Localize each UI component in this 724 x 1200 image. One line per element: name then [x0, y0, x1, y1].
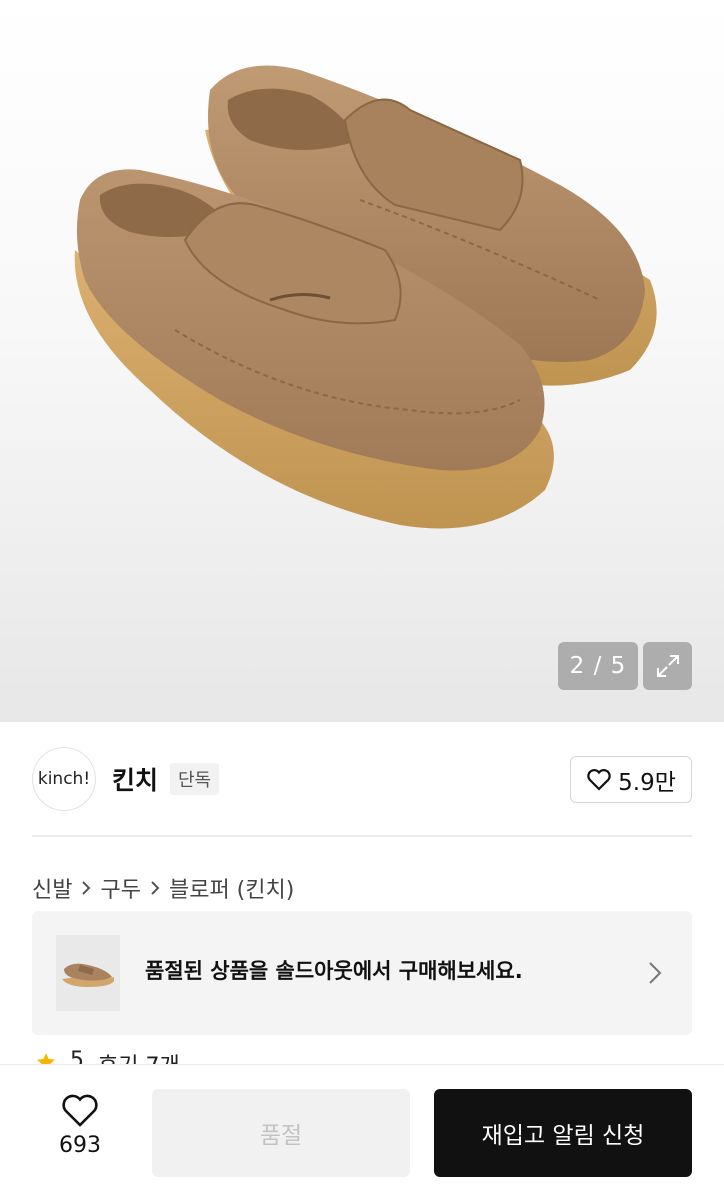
soldout-market-banner[interactable]: 품절된 상품을 솔드아웃에서 구매해보세요.: [32, 911, 692, 1035]
exclusive-badge: 단독: [170, 763, 220, 795]
heart-icon: [60, 1093, 100, 1129]
restock-alert-button[interactable]: 재입고 알림 신청: [434, 1089, 692, 1177]
expand-button[interactable]: [643, 642, 692, 690]
brand-like-button[interactable]: 5.9만: [570, 756, 692, 803]
brand-row: kinch! 킨치 단독 5.9만: [32, 747, 692, 811]
bottom-action-bar: 693 품절 재입고 알림 신청: [0, 1064, 724, 1200]
heart-icon: [586, 768, 612, 792]
chevron-right-icon: [150, 880, 160, 896]
brand-logo-text: kinch!: [37, 769, 91, 789]
divider: [32, 835, 692, 837]
soldout-button: 품절: [152, 1089, 410, 1177]
product-image-gallery[interactable]: 2 / 5: [0, 0, 724, 722]
chevron-right-icon: [648, 961, 662, 989]
product-image: [74, 65, 657, 529]
brand-name[interactable]: 킨치: [112, 761, 158, 797]
image-counter: 2 / 5: [558, 642, 638, 690]
breadcrumb-item-shoes[interactable]: 신발: [32, 872, 72, 904]
breadcrumb: 신발 구두 블로퍼 (킨치): [32, 872, 294, 904]
breadcrumb-item-dress-shoes[interactable]: 구두: [100, 872, 140, 904]
wishlist-count: 693: [59, 1133, 101, 1158]
banner-product-thumbnail: [56, 935, 120, 1011]
brand-logo[interactable]: kinch!: [32, 747, 96, 811]
chevron-right-icon: [81, 880, 91, 896]
breadcrumb-item-bloafer[interactable]: 블로퍼 (킨치): [169, 872, 294, 904]
wishlist-button[interactable]: 693: [40, 1093, 120, 1173]
expand-icon: [653, 651, 683, 681]
banner-text: 품절된 상품을 솔드아웃에서 구매해보세요.: [145, 959, 523, 983]
brand-like-count: 5.9만: [618, 769, 676, 796]
